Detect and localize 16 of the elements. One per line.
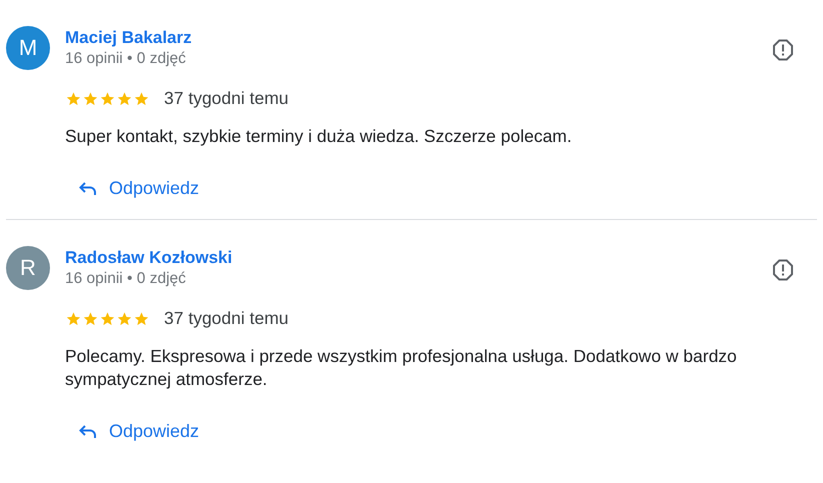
review-time: 37 tygodni temu xyxy=(164,308,289,329)
reply-arrow-icon xyxy=(79,182,97,196)
reply-button[interactable]: Odpowiedz xyxy=(71,172,208,205)
reply-button[interactable]: Odpowiedz xyxy=(71,415,208,448)
review-time: 37 tygodni temu xyxy=(164,88,289,109)
avatar: R xyxy=(6,246,50,290)
report-icon[interactable] xyxy=(771,258,795,282)
reply-arrow-icon xyxy=(79,424,97,438)
review-text: Polecamy. Ekspresowa i przede wszystkim profesjonalna usługa. Dodatkowo w bardzo sympatycznej atmosferze. xyxy=(65,345,738,391)
reviewer-name[interactable]: Radosław Kozłowski xyxy=(65,248,232,268)
reviewer-stats: 16 opinii • 0 zdjęć xyxy=(65,270,187,288)
report-icon[interactable] xyxy=(771,38,795,62)
reviewer-stats: 16 opinii • 0 zdjęć xyxy=(65,50,187,68)
reviewer-name[interactable]: Maciej Bakalarz xyxy=(65,28,192,48)
avatar: M xyxy=(6,26,50,70)
review-text: Super kontakt, szybkie terminy i duża wiedza. Szczerze polecam. xyxy=(65,125,573,148)
